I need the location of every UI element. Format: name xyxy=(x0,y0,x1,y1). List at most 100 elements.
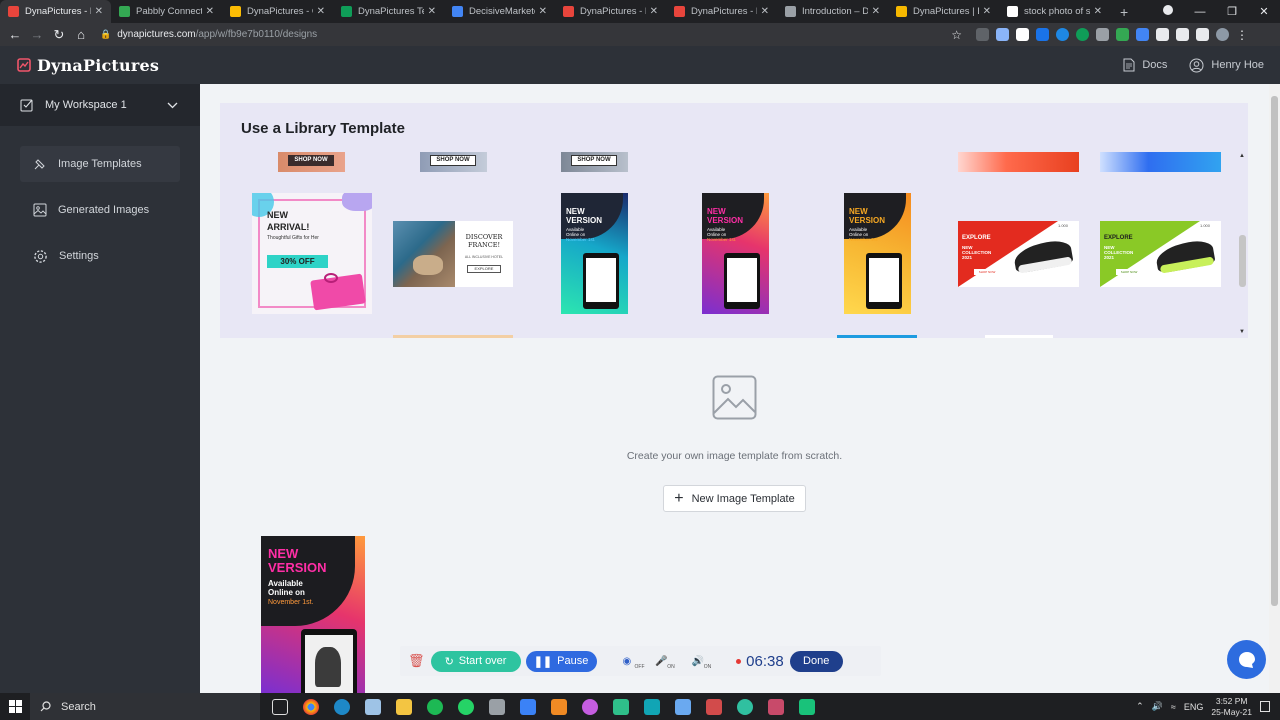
notification-icon[interactable] xyxy=(1260,701,1270,712)
profile-avatar[interactable] xyxy=(1216,28,1229,41)
template-thumbnail[interactable]: SHOP NOW xyxy=(561,152,628,172)
template-thumbnail[interactable] xyxy=(1100,152,1221,172)
file-explorer-icon[interactable] xyxy=(396,698,412,715)
app-icon[interactable] xyxy=(582,698,598,715)
tab-close-icon[interactable]: ✕ xyxy=(428,6,436,17)
template-thumbnail[interactable]: SHOP NOW xyxy=(278,152,345,172)
template-thumbnail[interactable] xyxy=(985,335,1053,338)
app-icon[interactable] xyxy=(551,698,567,715)
address-bar[interactable]: 🔒 dynapictures.com /app/w/fb9e7b0110/des… xyxy=(100,25,962,44)
tab-close-icon[interactable]: ✕ xyxy=(650,6,658,17)
extension-icon[interactable] xyxy=(1056,28,1069,41)
done-button[interactable]: Done xyxy=(789,650,843,672)
template-new-version-blue[interactable]: NEW VERSION Available Online on November… xyxy=(561,193,628,314)
home-icon[interactable]: ⌂ xyxy=(70,27,92,42)
template-sneaker-red[interactable]: EXPLORE NEW COLLECTION 2021 SHOP NOW 1.0… xyxy=(958,221,1079,287)
reload-icon[interactable]: ↻ xyxy=(48,27,70,43)
extension-icon[interactable] xyxy=(1136,28,1149,41)
close-window-button[interactable]: ✕ xyxy=(1248,5,1280,18)
browser-tab[interactable]: DynaPictures - De ✕ xyxy=(555,0,666,23)
extension-icon[interactable] xyxy=(1016,28,1029,41)
tab-close-icon[interactable]: ✕ xyxy=(761,6,769,17)
forward-icon[interactable]: → xyxy=(26,27,48,42)
browser-tab[interactable]: Pabbly Connect ✕ xyxy=(111,0,222,23)
docs-link[interactable]: Docs xyxy=(1123,58,1167,72)
page-scroll-thumb[interactable] xyxy=(1271,96,1278,606)
app-icon[interactable] xyxy=(706,698,722,715)
microphone-icon[interactable]: 🎤 ON xyxy=(655,656,675,670)
speaker-icon[interactable]: 🔊 ON xyxy=(692,656,712,670)
edge-icon[interactable] xyxy=(334,698,350,715)
workspace-selector[interactable]: My Workspace 1 xyxy=(0,84,200,126)
webcam-icon[interactable]: ◉ OFF xyxy=(623,656,645,670)
browser-tab[interactable]: DynaPictures - Go ✕ xyxy=(222,0,333,23)
template-thumbnail[interactable] xyxy=(958,152,1079,172)
brand-logo[interactable]: DynaPictures xyxy=(17,56,159,75)
browser-tab[interactable]: DynaPictures Test ✕ xyxy=(333,0,444,23)
tab-close-icon[interactable]: ✕ xyxy=(1094,6,1102,17)
browser-tab[interactable]: DecisiveMarketer ✕ xyxy=(444,0,555,23)
library-scrollbar[interactable]: ▲ ▼ xyxy=(1237,151,1248,338)
app-icon[interactable] xyxy=(644,698,660,715)
app-icon[interactable] xyxy=(365,698,381,715)
bookmark-star-icon[interactable]: ☆ xyxy=(951,28,962,42)
template-new-version-pink[interactable]: NEW VERSION Available Online on November… xyxy=(702,193,769,314)
browser-tab[interactable]: DynaPictures - De ✕ xyxy=(0,0,111,23)
template-thumbnail[interactable]: SHOP NOW xyxy=(420,152,487,172)
start-over-button[interactable]: ↻ Start over xyxy=(430,650,521,672)
new-image-template-button[interactable]: + New Image Template xyxy=(663,485,806,512)
chat-widget-button[interactable] xyxy=(1227,640,1266,679)
gmail-extension-icon[interactable] xyxy=(976,28,989,41)
app-icon[interactable] xyxy=(675,698,691,715)
taskbar-clock[interactable]: 3:52 PM 25-May-21 xyxy=(1211,696,1252,718)
calculator-icon[interactable] xyxy=(489,698,505,715)
tab-close-icon[interactable]: ✕ xyxy=(317,6,325,17)
extension-icon[interactable] xyxy=(996,28,1009,41)
taskbar-search[interactable]: Search xyxy=(30,693,260,720)
user-menu[interactable]: Henry Hoe xyxy=(1189,58,1264,73)
whatsapp-icon[interactable] xyxy=(458,698,474,715)
volume-icon[interactable]: 🔊 xyxy=(1152,701,1163,712)
scroll-up-icon[interactable]: ▲ xyxy=(1239,153,1245,159)
template-sneaker-green[interactable]: EXPLORE NEW COLLECTION 2021 SHOP NOW 1.0… xyxy=(1100,221,1221,287)
reading-list-icon[interactable] xyxy=(1196,28,1209,41)
template-discover-france[interactable]: DISCOVER FRANCE! ALL INCLUSIVE HOTEL EXP… xyxy=(393,221,513,287)
template-new-arrival[interactable]: NEW ARRIVAL! Thoughtful Gifts for Her 30… xyxy=(252,193,372,314)
app-icon[interactable] xyxy=(520,698,536,715)
chevron-up-icon[interactable]: ⌃ xyxy=(1136,701,1144,712)
restore-button[interactable]: ❐ xyxy=(1216,5,1248,18)
spotify-icon[interactable] xyxy=(427,698,443,715)
extension-icon[interactable] xyxy=(1116,28,1129,41)
sidebar-item-generated-images[interactable]: Generated Images xyxy=(20,192,180,228)
tab-close-icon[interactable]: ✕ xyxy=(206,6,214,17)
page-scrollbar[interactable] xyxy=(1269,84,1280,693)
template-new-version-yellow[interactable]: NEW VERSION Available Online on November… xyxy=(844,193,911,314)
puzzle-icon[interactable] xyxy=(1176,28,1189,41)
template-thumbnail[interactable] xyxy=(393,335,513,338)
pause-button[interactable]: ❚❚ Pause xyxy=(525,650,597,672)
tab-close-icon[interactable]: ✕ xyxy=(983,6,991,17)
scroll-down-icon[interactable]: ▼ xyxy=(1239,329,1245,335)
browser-tab[interactable]: Introduction – Doc ✕ xyxy=(777,0,888,23)
sidebar-item-image-templates[interactable]: Image Templates xyxy=(20,146,180,182)
trash-icon[interactable]: 🗑 xyxy=(408,653,425,669)
app-icon[interactable] xyxy=(768,698,784,715)
minimize-button[interactable]: — xyxy=(1184,6,1216,18)
tab-close-icon[interactable]: ✕ xyxy=(872,6,880,17)
wifi-icon[interactable]: ≈ xyxy=(1171,702,1176,712)
tab-close-icon[interactable]: ✕ xyxy=(539,6,547,17)
template-thumbnail[interactable] xyxy=(837,335,917,338)
extension-icon[interactable] xyxy=(1096,28,1109,41)
chrome-icon[interactable] xyxy=(303,698,319,715)
back-icon[interactable]: ← xyxy=(4,27,26,42)
extension-icon[interactable] xyxy=(1076,28,1089,41)
app-icon[interactable] xyxy=(613,698,629,715)
app-icon[interactable] xyxy=(799,698,815,715)
browser-tab[interactable]: stock photo of sta ✕ xyxy=(999,0,1110,23)
task-view-icon[interactable] xyxy=(272,698,288,715)
language-indicator[interactable]: ENG xyxy=(1184,702,1204,712)
windows-start-icon[interactable] xyxy=(0,693,30,720)
menu-dots-icon[interactable]: ⋮ xyxy=(1236,28,1248,42)
tab-close-icon[interactable]: ✕ xyxy=(95,6,103,17)
new-tab-button[interactable]: + xyxy=(1120,4,1128,20)
